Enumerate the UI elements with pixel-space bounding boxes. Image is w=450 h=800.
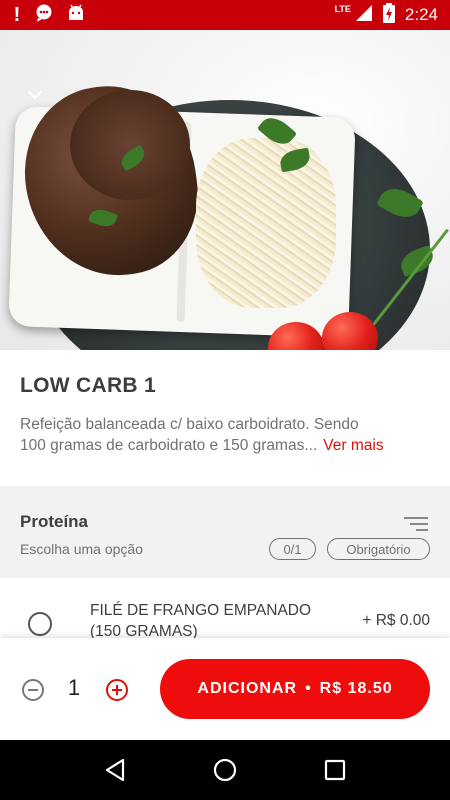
required-badge: Obrigatório [327, 538, 430, 560]
recents-icon[interactable] [315, 750, 355, 790]
add-to-cart-button[interactable]: ADICIONAR • R$ 18.50 [160, 659, 430, 719]
see-more-link[interactable]: Ver mais [323, 435, 383, 456]
description-line-1: Refeição balanceada c/ baixo carboidrato… [20, 416, 359, 433]
network-type: LTE [334, 4, 351, 14]
android-icon [66, 3, 86, 28]
signal-icon [355, 4, 373, 27]
selection-count-badge: 0/1 [269, 538, 316, 560]
option-price: + R$ 0.00 [362, 612, 430, 629]
home-icon[interactable] [205, 750, 245, 790]
increase-quantity-button[interactable] [106, 679, 128, 701]
clock: 2:24 [404, 5, 438, 24]
filter-list-icon [404, 516, 428, 532]
quantity-value: 1 [67, 675, 81, 700]
option-name: FILÉ DE FRANGO EMPANADO (150 GRAMAS) [90, 602, 312, 640]
decrease-quantity-button[interactable] [22, 679, 44, 701]
add-to-cart-bar: 1 ADICIONAR • R$ 18.50 [0, 638, 450, 740]
group-title: Proteína [20, 512, 89, 531]
total-price: R$ 18.50 [319, 680, 393, 697]
pasta [196, 138, 336, 308]
battery-charging-icon [382, 2, 395, 28]
chevron-down-icon[interactable] [22, 82, 48, 108]
chat-icon [34, 3, 54, 28]
alert-icon: ! [13, 3, 21, 26]
system-nav-bar [0, 740, 450, 800]
product-description: Refeição balanceada c/ baixo carboidrato… [20, 414, 432, 456]
description-line-2: 100 gramas de carboidrato e 150 gramas..… [20, 437, 318, 454]
back-icon[interactable] [95, 750, 135, 790]
add-label: ADICIONAR [197, 680, 298, 697]
separator: • [305, 680, 312, 697]
product-title: LOW CARB 1 [20, 374, 156, 397]
group-subtitle: Escolha uma opção [20, 541, 143, 557]
product-image [0, 30, 450, 350]
option-group-header: Proteína Escolha uma opção 0/1 Obrigatór… [0, 486, 450, 578]
status-bar: ! LTE 2:24 [0, 0, 450, 30]
radio-button[interactable] [28, 612, 52, 636]
